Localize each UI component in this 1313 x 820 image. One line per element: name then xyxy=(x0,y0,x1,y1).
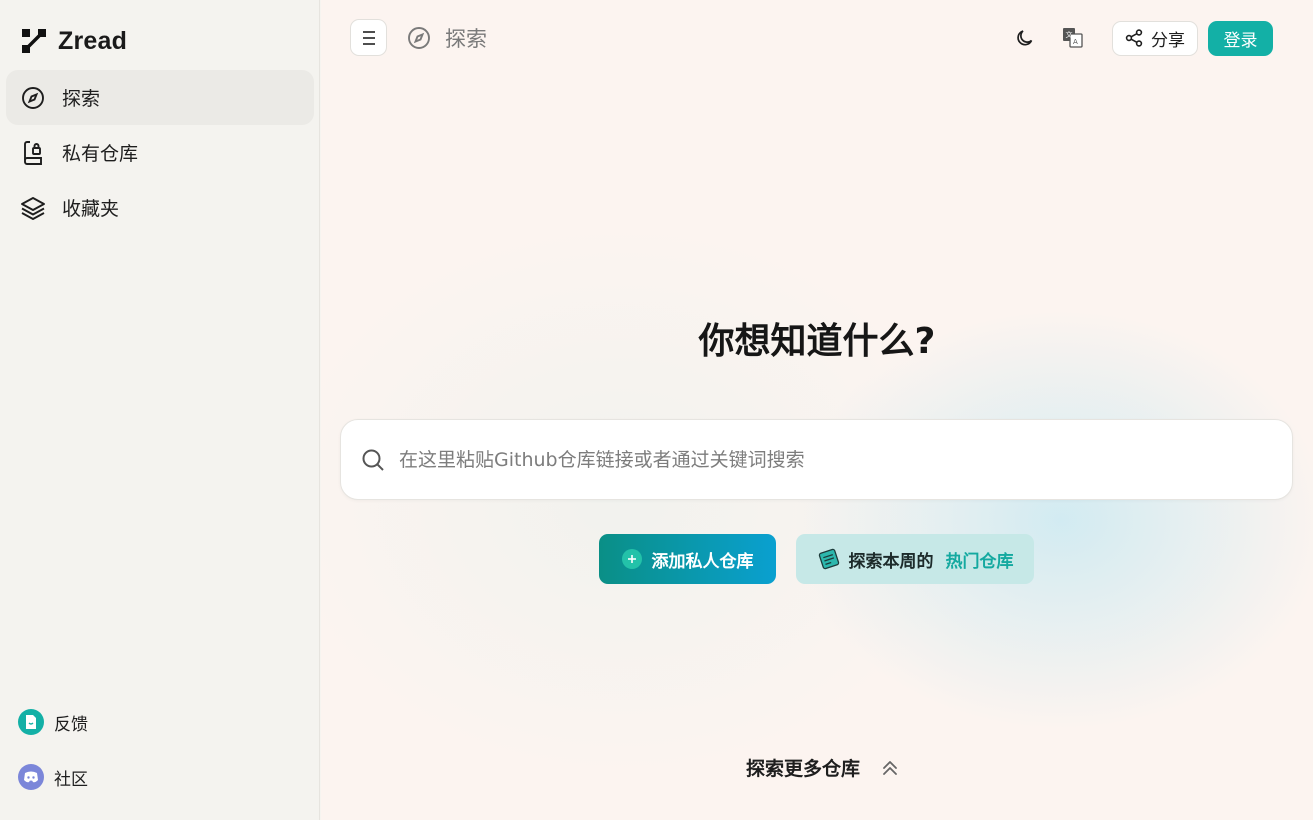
private-repo-icon xyxy=(20,140,46,166)
app-name: Zread xyxy=(58,26,128,55)
share-label: 分享 xyxy=(1151,30,1185,51)
compass-icon xyxy=(408,26,430,49)
layers-icon xyxy=(20,195,46,221)
explore-more[interactable]: 探索更多仓库 xyxy=(321,754,1313,781)
add-private-repo-button[interactable]: 添加私人仓库 xyxy=(599,534,776,584)
breadcrumb: 探索 xyxy=(407,23,487,53)
community-label: 社区 xyxy=(54,769,88,790)
sidebar-item-explore[interactable]: 探索 xyxy=(6,70,314,125)
translate-icon: 文 A xyxy=(1063,28,1083,48)
explore-trending-accent: 热门仓库 xyxy=(945,551,1014,572)
feedback-link[interactable]: 反馈 xyxy=(18,700,298,744)
feedback-icon xyxy=(18,709,44,735)
chevrons-up-icon xyxy=(883,760,897,775)
search-box[interactable] xyxy=(340,419,1293,500)
hero-actions: 添加私人仓库 探索本周的 热门仓库 xyxy=(599,534,1034,584)
sidebar-item-label: 探索 xyxy=(62,88,101,110)
community-link[interactable]: 社区 xyxy=(18,755,298,799)
explore-more-label: 探索更多仓库 xyxy=(745,758,860,780)
sidebar-nav: 探索 私有仓库 收藏夹 xyxy=(6,70,314,235)
sidebar: Zread 探索 私有仓库 收藏夹 反馈 社区 xyxy=(0,0,320,820)
language-button[interactable]: 文 A xyxy=(1054,20,1092,56)
topbar-right: 文 A 分享 登录 xyxy=(1006,20,1273,56)
newspaper-icon xyxy=(818,548,839,570)
sidebar-item-label: 收藏夹 xyxy=(62,198,120,220)
search-input[interactable] xyxy=(399,448,1259,471)
share-icon xyxy=(1125,29,1143,47)
explore-trending-button[interactable]: 探索本周的 热门仓库 xyxy=(796,534,1034,584)
topbar-left: 探索 xyxy=(350,19,487,56)
logo[interactable]: Zread xyxy=(20,24,127,58)
zread-logo-icon xyxy=(22,29,46,53)
theme-toggle-button[interactable] xyxy=(1006,20,1044,56)
search-icon xyxy=(362,449,384,471)
login-button[interactable]: 登录 xyxy=(1208,20,1273,56)
menu-toggle-button[interactable] xyxy=(350,19,387,56)
svg-text:文: 文 xyxy=(1066,30,1073,39)
svg-text:A: A xyxy=(1073,38,1078,46)
sidebar-item-private-repo[interactable]: 私有仓库 xyxy=(6,125,314,180)
sidebar-item-favorites[interactable]: 收藏夹 xyxy=(6,180,314,235)
share-button[interactable]: 分享 xyxy=(1112,20,1198,56)
page-title: 你想知道什么? xyxy=(698,321,936,362)
feedback-label: 反馈 xyxy=(54,714,88,735)
main-content: 探索 文 A 分享 登录 你想知道什么? 在这里粘贴Github仓库链接或者通过… xyxy=(321,0,1313,820)
sidebar-item-label: 私有仓库 xyxy=(62,143,139,165)
explore-trending-prefix: 探索本周的 xyxy=(848,551,934,572)
breadcrumb-label: 探索 xyxy=(445,26,487,51)
add-private-repo-label: 添加私人仓库 xyxy=(651,551,754,572)
sidebar-bottom-links: 反馈 社区 xyxy=(18,700,298,810)
moon-icon xyxy=(1017,30,1033,46)
compass-icon xyxy=(20,85,46,111)
discord-icon xyxy=(18,764,44,790)
plus-icon xyxy=(621,549,642,569)
menu-icon xyxy=(362,30,375,45)
